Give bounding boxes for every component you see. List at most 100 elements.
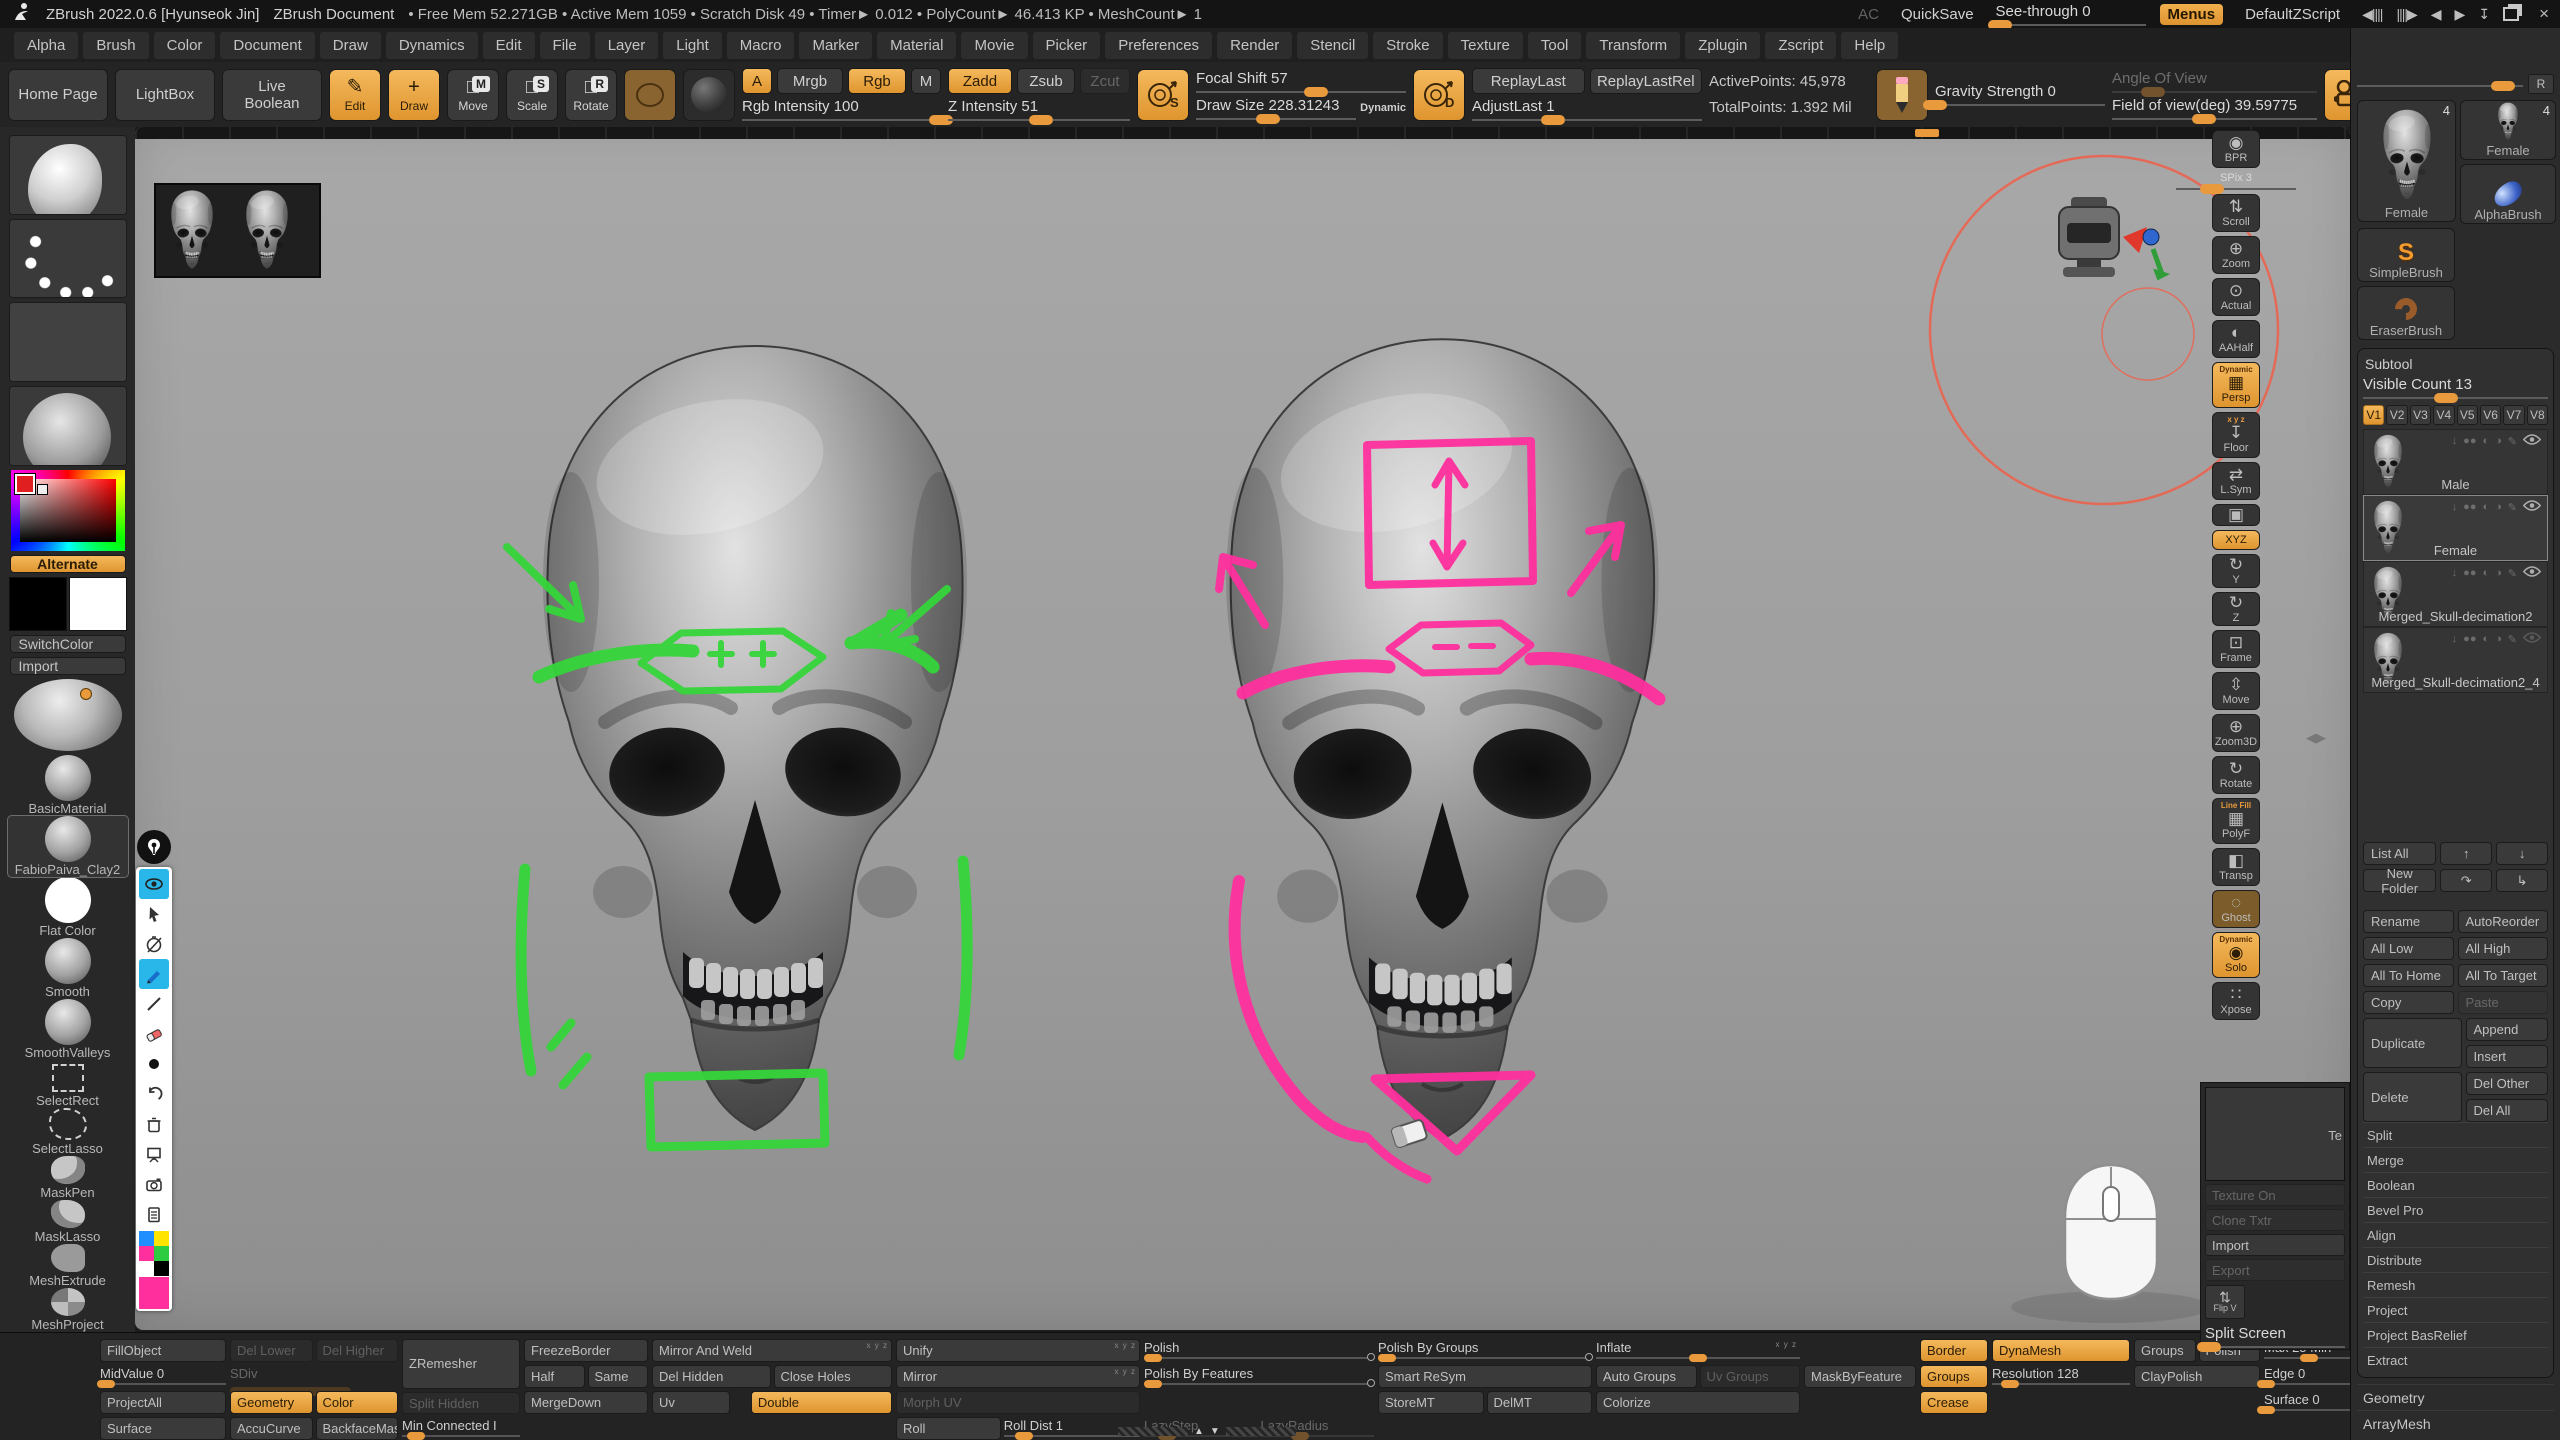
menu-zplugin[interactable]: Zplugin bbox=[1685, 32, 1760, 59]
shelf-zoom-button[interactable]: ⊕Zoom bbox=[2212, 236, 2260, 274]
item-icon[interactable]: ◐ bbox=[2482, 567, 2489, 579]
all-low-button[interactable]: All Low bbox=[2363, 937, 2454, 960]
shelf-lock-camera-button[interactable]: ▣ bbox=[2212, 504, 2260, 526]
button-mirror-and-weld[interactable]: Mirror And Weldx y z bbox=[652, 1339, 892, 1362]
section-extract[interactable]: Extract bbox=[2363, 1347, 2548, 1372]
rename-button[interactable]: Rename bbox=[2363, 910, 2454, 933]
all-to-home-button[interactable]: All To Home bbox=[2363, 964, 2454, 987]
home-page-button[interactable]: Home Page bbox=[8, 69, 108, 121]
button-storemt[interactable]: StoreMT bbox=[1378, 1391, 1484, 1414]
bottom-scroll-indicator[interactable]: ▲▼ bbox=[1118, 1426, 1296, 1437]
button-smart-resym[interactable]: Smart ReSym bbox=[1378, 1365, 1592, 1388]
menu-dynamics[interactable]: Dynamics bbox=[386, 32, 478, 59]
adjust-last-icon-button[interactable]: D bbox=[1413, 69, 1465, 121]
eye-icon[interactable] bbox=[2523, 566, 2541, 580]
gravity-strength-slider[interactable]: Gravity Strength 0 bbox=[1935, 83, 2105, 106]
shelf-bpr-button[interactable]: ◉BPR bbox=[2212, 130, 2260, 168]
section-align[interactable]: Align bbox=[2363, 1222, 2548, 1247]
section-project[interactable]: Project bbox=[2363, 1297, 2548, 1322]
draw-size-slider[interactable]: Draw Size 228.31243 bbox=[1196, 97, 1356, 120]
item-icon[interactable]: ↓ bbox=[2452, 633, 2458, 645]
main-color-swatch[interactable] bbox=[9, 577, 67, 631]
tab-v3[interactable]: V3 bbox=[2410, 405, 2431, 425]
material-sphere-button[interactable] bbox=[683, 69, 735, 121]
tool-maskpen[interactable]: MaskPen bbox=[8, 1156, 128, 1200]
material-fabiopaiva-clay2[interactable]: FabioPaiva_Clay2 bbox=[8, 816, 128, 877]
shelf-solo-button[interactable]: Dynamic◉Solo bbox=[2212, 932, 2260, 978]
live-boolean-button[interactable]: Live Boolean bbox=[222, 69, 322, 121]
section-project-basrelief[interactable]: Project BasRelief bbox=[2363, 1322, 2548, 1347]
z-intensity-slider[interactable]: Z Intensity 51 bbox=[948, 98, 1130, 121]
button-fillobject[interactable]: FillObject bbox=[100, 1339, 226, 1362]
shelf-y-button[interactable]: ↻Y bbox=[2212, 554, 2260, 588]
palette-swatch-2[interactable] bbox=[139, 1246, 154, 1261]
texture-preview[interactable]: Te bbox=[2205, 1087, 2345, 1181]
split-screen-slider[interactable]: Split Screen bbox=[2205, 1325, 2345, 1348]
texture-import-button[interactable]: Import bbox=[2205, 1234, 2345, 1256]
dynamic-label[interactable]: Dynamic bbox=[1360, 102, 1406, 114]
button-uv-groups[interactable]: Uv Groups bbox=[1700, 1365, 1801, 1388]
button-accucurve[interactable]: AccuCurve bbox=[230, 1417, 313, 1440]
menu-macro[interactable]: Macro bbox=[727, 32, 795, 59]
sculpt-zadd-button[interactable]: Zadd bbox=[948, 68, 1012, 94]
material-basicmaterial[interactable]: BasicMaterial bbox=[8, 755, 128, 816]
line-icon[interactable] bbox=[139, 989, 169, 1019]
button-same[interactable]: Same bbox=[588, 1365, 649, 1388]
button-claypolish[interactable]: ClayPolish bbox=[2134, 1365, 2260, 1388]
switch-color-button[interactable]: SwitchColor bbox=[10, 635, 126, 653]
trash-icon[interactable] bbox=[139, 1109, 169, 1139]
material-smooth[interactable]: Smooth bbox=[8, 938, 128, 999]
button-delmt[interactable]: DelMT bbox=[1487, 1391, 1593, 1414]
append-button[interactable]: Append bbox=[2466, 1018, 2549, 1041]
button-geometry[interactable]: Geometry bbox=[230, 1391, 313, 1414]
tool-thumb-eraserbrush[interactable]: EraserBrush bbox=[2357, 286, 2455, 340]
menu-edit[interactable]: Edit bbox=[483, 32, 535, 59]
item-icon[interactable]: ↓ bbox=[2452, 567, 2458, 579]
shelf-ghost-button[interactable]: ◌Ghost bbox=[2212, 890, 2260, 928]
shelf-spix-3-slider[interactable]: SPix 3 bbox=[2176, 172, 2296, 190]
item-icon[interactable]: ◐ bbox=[2482, 633, 2489, 645]
tab-v5[interactable]: V5 bbox=[2457, 405, 2478, 425]
item-icon[interactable]: ●● bbox=[2463, 501, 2476, 513]
tool-selectlasso[interactable]: SelectLasso bbox=[8, 1108, 128, 1156]
item-icon[interactable]: ✎ bbox=[2508, 633, 2517, 646]
draw-button[interactable]: +Draw bbox=[388, 69, 440, 121]
sdiv-slider[interactable]: SDiv bbox=[230, 1365, 398, 1388]
visible-count-slider[interactable]: Visible Count 13 bbox=[2363, 376, 2548, 399]
list-all-button[interactable]: List All bbox=[2363, 842, 2436, 865]
menu-stencil[interactable]: Stencil bbox=[1297, 32, 1368, 59]
tool-meshextrude[interactable]: MeshExtrude bbox=[8, 1244, 128, 1288]
shelf-actual-button[interactable]: ⊙Actual bbox=[2212, 278, 2260, 316]
shelf-rotate-button[interactable]: ↻Rotate bbox=[2212, 756, 2260, 794]
item-icon[interactable]: ↓ bbox=[2452, 501, 2458, 513]
palette-swatch-1[interactable] bbox=[154, 1231, 169, 1246]
menu-color[interactable]: Color bbox=[154, 32, 216, 59]
brush-slot[interactable]: Move bbox=[9, 135, 127, 215]
shelf-persp-button[interactable]: Dynamic▦Persp bbox=[2212, 362, 2260, 408]
minimize-icon[interactable]: ↧ bbox=[2478, 6, 2489, 23]
button-roll[interactable]: Roll bbox=[896, 1417, 1001, 1440]
item-icon[interactable]: ●● bbox=[2463, 633, 2476, 645]
palette-swatch-5[interactable] bbox=[154, 1261, 169, 1276]
tool-thumb-alphabrush[interactable]: AlphaBrush bbox=[2460, 164, 2556, 224]
item-icon[interactable]: ●● bbox=[2463, 567, 2476, 579]
menu-help[interactable]: Help bbox=[1841, 32, 1898, 59]
camera-icon[interactable] bbox=[139, 1169, 169, 1199]
section-boolean[interactable]: Boolean bbox=[2363, 1172, 2548, 1197]
button-zremesher[interactable]: ZRemesher bbox=[402, 1339, 520, 1389]
slider-edge-0[interactable]: Edge 0 bbox=[2264, 1365, 2350, 1388]
tab-v4[interactable]: V4 bbox=[2433, 405, 2454, 425]
section-split[interactable]: Split bbox=[2363, 1122, 2548, 1147]
alternate-button[interactable]: Alternate bbox=[10, 555, 126, 573]
paste-button[interactable]: Paste bbox=[2458, 991, 2549, 1014]
menu-zscript[interactable]: Zscript bbox=[1765, 32, 1836, 59]
lightbox-button[interactable]: LightBox bbox=[115, 69, 215, 121]
item-icon[interactable]: ●● bbox=[2463, 435, 2476, 447]
duplicate-button[interactable]: Duplicate bbox=[2363, 1018, 2462, 1068]
texture-export-button[interactable]: Export bbox=[2205, 1259, 2345, 1281]
paint-a-button[interactable]: A bbox=[742, 68, 772, 94]
shelf-scroll-button[interactable]: ⇅Scroll bbox=[2212, 194, 2260, 232]
r-button[interactable]: R bbox=[2528, 74, 2554, 94]
paint-rgb-button[interactable]: Rgb bbox=[848, 68, 906, 94]
palette-swatch-4[interactable] bbox=[139, 1261, 154, 1276]
